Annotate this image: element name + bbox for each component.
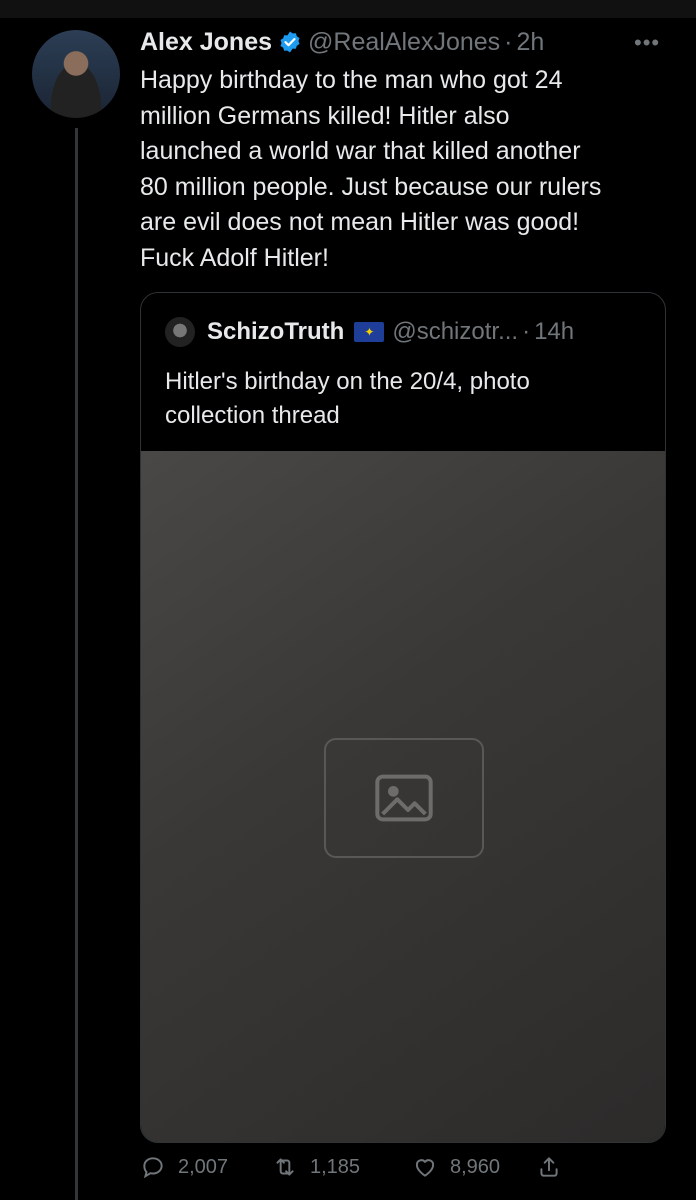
heart-icon — [415, 1159, 435, 1177]
author-name[interactable]: Alex Jones — [140, 28, 272, 57]
tweet-body: Alex Jones @RealAlexJones · 2h ••• Happy… — [140, 22, 670, 1143]
tweet-text-line: million Germans killed! Hitler also — [140, 101, 510, 130]
quoted-author-handle: @schizotr... — [392, 318, 519, 345]
quoted-tweet-media[interactable] — [141, 451, 665, 1142]
reply-icon — [143, 1157, 163, 1179]
share-button[interactable] — [536, 1154, 574, 1180]
quoted-text-line: collection thread — [165, 402, 340, 429]
author-handle[interactable]: @RealAlexJones — [308, 28, 500, 57]
status-bar — [0, 0, 696, 18]
tweet-actions: 2,007 1,185 8,960 — [140, 1154, 660, 1190]
quoted-tweet[interactable]: SchizoTruth ✦ @schizotr... · 14h Hitler'… — [140, 292, 666, 1143]
retweet-count: 1,185 — [310, 1155, 361, 1178]
quoted-author-name: SchizoTruth — [207, 318, 345, 345]
more-options-icon[interactable]: ••• — [634, 30, 660, 56]
tweet-text-line: 80 million people. Just because our rule… — [140, 172, 602, 201]
photo-icon — [324, 737, 484, 858]
tweet-text-line: launched a world war that killed another — [140, 137, 581, 165]
quoted-text-line: Hitler's birthday on the 20/4, photo — [165, 368, 530, 395]
tweet-text-line: Fuck Adolf Hitler! — [140, 243, 329, 272]
tweet-text: Happy birthday to the man who got 24 mil… — [140, 63, 670, 276]
retweet-button[interactable]: 1,185 — [272, 1154, 360, 1180]
thread-line — [75, 128, 78, 1200]
like-count: 8,960 — [450, 1155, 501, 1178]
tweet-header: Alex Jones @RealAlexJones · 2h — [140, 22, 670, 62]
share-icon — [540, 1157, 558, 1177]
tweet-time[interactable]: 2h — [516, 28, 544, 57]
quoted-author-avatar — [165, 317, 195, 347]
quoted-tweet-time: 14h — [534, 318, 575, 345]
separator-dot: · — [522, 318, 531, 345]
quoted-tweet-header: SchizoTruth ✦ @schizotr... · 14h — [165, 317, 574, 347]
retweet-icon — [276, 1158, 294, 1176]
tweet-text-line: are evil does not mean Hitler was good! — [140, 208, 580, 236]
verified-badge-icon — [278, 30, 302, 54]
like-button[interactable]: 8,960 — [412, 1154, 500, 1180]
separator-dot: · — [504, 27, 513, 56]
eu-flag-icon: ✦ — [354, 322, 385, 342]
quoted-tweet-text: Hitler's birthday on the 20/4, photo col… — [165, 365, 530, 433]
author-avatar[interactable] — [32, 30, 120, 118]
reply-count: 2,007 — [178, 1155, 229, 1178]
reply-button[interactable]: 2,007 — [140, 1154, 228, 1180]
tweet-text-line: Happy birthday to the man who got 24 — [140, 66, 563, 94]
